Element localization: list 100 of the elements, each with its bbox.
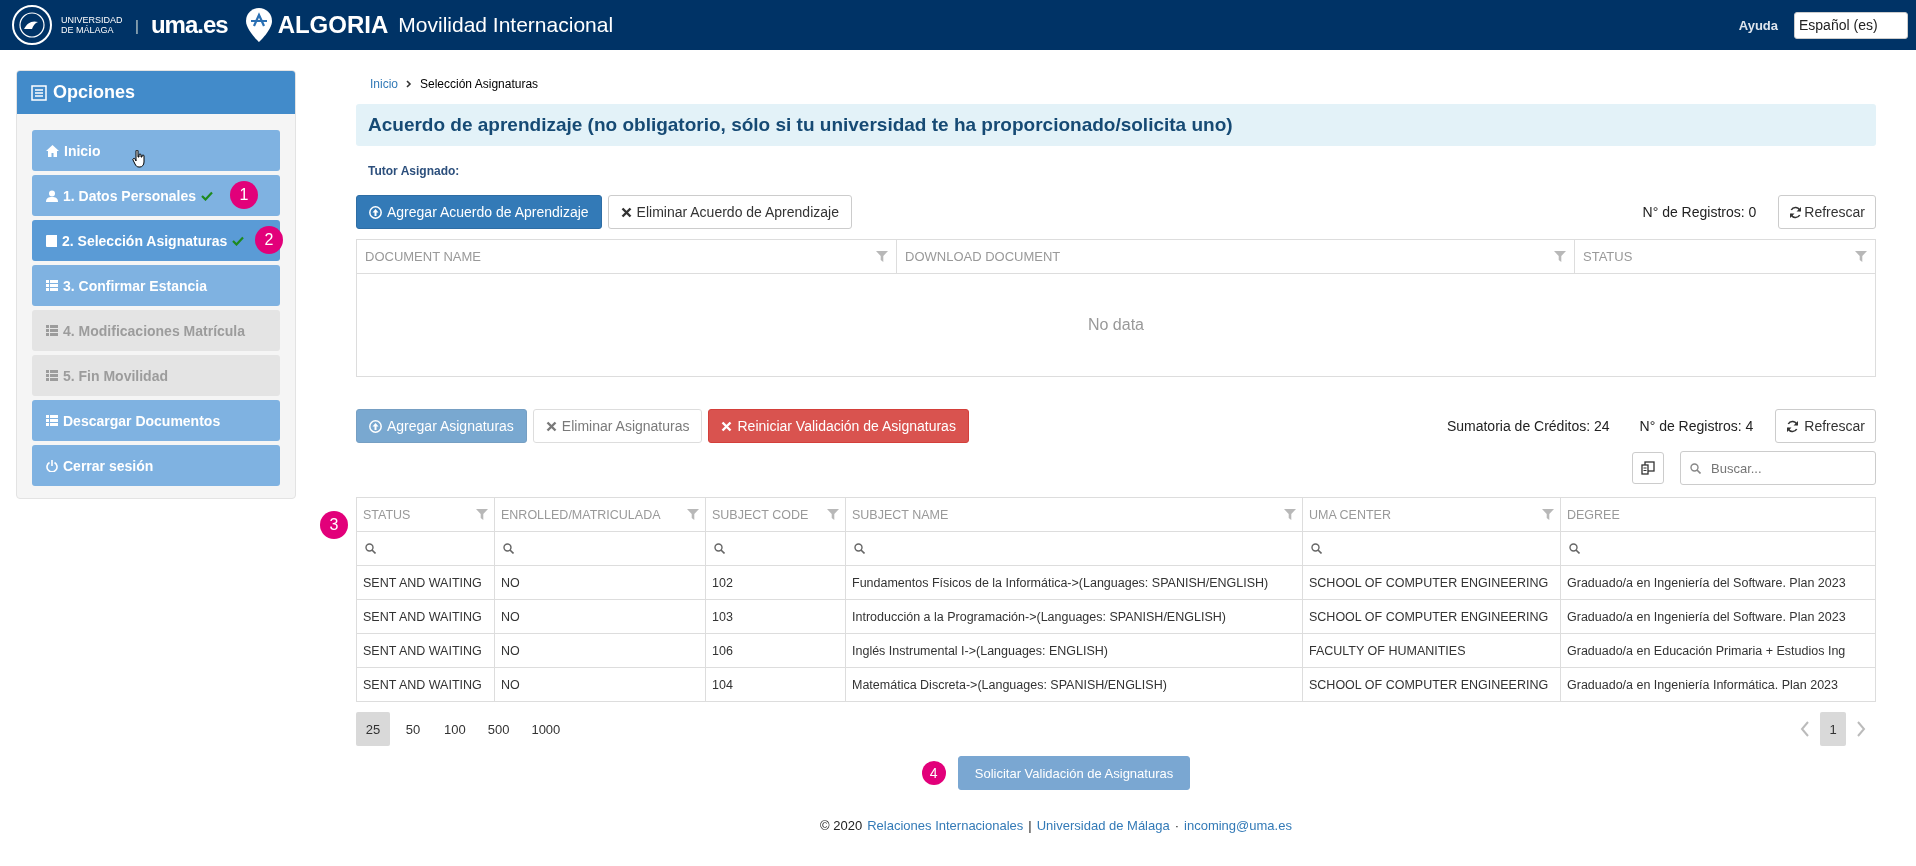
step-badge: 3 xyxy=(320,511,348,539)
table-cell: SCHOOL OF COMPUTER ENGINEERING xyxy=(1302,599,1561,634)
table-cell: NO xyxy=(494,599,706,634)
table-cell: 102 xyxy=(705,565,846,600)
column-header[interactable]: STATUS xyxy=(356,497,495,532)
filter-icon xyxy=(1542,509,1554,520)
page-button[interactable]: 1 xyxy=(1820,712,1846,746)
breadcrumb-current: Selección Asignaturas xyxy=(420,77,539,91)
refresh-icon xyxy=(1789,205,1803,219)
footer-link[interactable]: incoming@uma.es xyxy=(1184,818,1292,833)
home-icon xyxy=(46,144,59,157)
list-icon xyxy=(46,325,58,336)
next-page-icon[interactable] xyxy=(1856,721,1866,737)
table-cell: Graduado/a en Ingeniería del Software. Plan 2023 xyxy=(1560,599,1876,634)
record-count: N° de Registros: 4 xyxy=(1639,418,1754,434)
filter-icon xyxy=(1554,251,1566,262)
app-title: Movilidad Internacional xyxy=(398,13,614,37)
table-cell: Introducción a la Programación->(Languages: SPANISH/ENGLISH) xyxy=(845,599,1303,634)
help-link[interactable]: Ayuda xyxy=(1738,17,1778,33)
close-icon xyxy=(620,206,632,218)
university-name: UNIVERSIDAD DE MÁLAGA xyxy=(61,15,123,35)
step-badge: 4 xyxy=(921,761,946,785)
close-icon xyxy=(545,420,557,432)
empty-message: No data xyxy=(356,273,1876,377)
search-field[interactable]: Buscar... xyxy=(1680,451,1876,485)
power-icon xyxy=(46,459,58,472)
panel-title: Opciones xyxy=(53,82,136,103)
action-button[interactable]: Agregar Acuerdo de Aprendizaje xyxy=(356,195,602,229)
filter-icon xyxy=(476,509,488,520)
tutor-label: Tutor Asignado: xyxy=(368,164,461,178)
footer-link[interactable]: Relaciones Internacionales xyxy=(867,818,1024,833)
page-size-option[interactable]: 1000 xyxy=(523,712,569,746)
footer-text: · xyxy=(1174,818,1180,833)
site-logo[interactable]: uma.es xyxy=(150,11,228,39)
menu-item[interactable]: 2. Selección Asignaturas 2 xyxy=(32,220,280,261)
menu-item[interactable]: 1. Datos Personales 1 xyxy=(32,175,280,216)
table-cell: Graduado/a en Educación Primaria + Estudios Ing xyxy=(1560,633,1876,668)
separator: | xyxy=(135,16,139,34)
column-chooser-button[interactable] xyxy=(1632,452,1664,484)
breadcrumb-link[interactable]: Inicio xyxy=(370,77,398,91)
chevron-icon xyxy=(406,80,412,88)
table-cell: 104 xyxy=(705,667,846,702)
filter-icon xyxy=(687,509,699,520)
table-cell: SCHOOL OF COMPUTER ENGINEERING xyxy=(1302,565,1561,600)
previous-page-icon[interactable] xyxy=(1800,721,1810,737)
table-cell: Matemática Discreta->(Languages: SPANISH/ENGLISH) xyxy=(845,667,1303,702)
page-size-option[interactable]: 25 xyxy=(356,712,390,746)
refresh-button[interactable]: Refrescar xyxy=(1778,195,1876,229)
table-cell: NO xyxy=(494,633,706,668)
step-badge: 1 xyxy=(230,181,258,209)
language-select[interactable]: Español (es) xyxy=(1794,11,1908,39)
table-cell: Graduado/a en Ingeniería Informática. Plan 2023 xyxy=(1560,667,1876,702)
list-icon xyxy=(46,280,58,291)
credits-total: Sumatoria de Créditos: 24 xyxy=(1446,418,1610,434)
page-size-option[interactable]: 50 xyxy=(396,712,430,746)
table-cell: 103 xyxy=(705,599,846,634)
columns-icon xyxy=(1641,461,1655,475)
refresh-button[interactable]: Refrescar xyxy=(1775,409,1876,443)
footer-link[interactable]: Universidad de Málaga xyxy=(1036,818,1170,833)
filter-icon xyxy=(1855,251,1867,262)
filter-icon xyxy=(827,509,839,520)
column-header[interactable]: DOWNLOAD DOCUMENT xyxy=(896,239,1575,274)
check-icon xyxy=(232,235,245,246)
search-icon xyxy=(1690,463,1701,474)
table-cell: FACULTY OF HUMANITIES xyxy=(1302,633,1561,668)
action-button[interactable]: Reiniciar Validación de Asignaturas xyxy=(708,409,969,443)
filter-icon xyxy=(876,251,888,262)
upload-icon xyxy=(369,205,382,219)
section-title: Acuerdo de aprendizaje (no obligatorio, sólo si tu universidad te ha proporcionado/solicita uno) xyxy=(356,104,1876,146)
page-size-option[interactable]: 100 xyxy=(436,712,474,746)
table-cell: SENT AND WAITING xyxy=(356,565,495,600)
column-header[interactable]: ENROLLED/MATRICULADA xyxy=(494,497,706,532)
table-cell: SCHOOL OF COMPUTER ENGINEERING xyxy=(1302,667,1561,702)
university-seal-icon xyxy=(10,5,54,45)
brand-logo[interactable]: ALGORIA xyxy=(277,11,389,39)
upload-icon xyxy=(369,419,382,433)
list-icon xyxy=(31,84,47,101)
step-badge: 2 xyxy=(255,226,283,254)
table-cell: NO xyxy=(494,565,706,600)
column-header[interactable]: SUBJECT CODE xyxy=(705,497,846,532)
map-pin-icon xyxy=(245,8,272,42)
footer-text: © 2020 xyxy=(820,818,863,833)
page-size-option[interactable]: 500 xyxy=(479,712,518,746)
column-header[interactable]: DOCUMENT NAME xyxy=(356,239,897,274)
book-icon xyxy=(46,234,57,247)
column-header[interactable]: DEGREE xyxy=(1560,497,1876,532)
table-cell: Fundamentos Físicos de la Informática->(Languages: SPANISH/ENGLISH) xyxy=(845,565,1303,600)
table-cell: SENT AND WAITING xyxy=(356,667,495,702)
column-header[interactable]: UMA CENTER xyxy=(1302,497,1561,532)
table-cell: Inglés Instrumental I->(Languages: ENGLISH) xyxy=(845,633,1303,668)
table-cell: SENT AND WAITING xyxy=(356,633,495,668)
check-icon xyxy=(201,190,214,201)
list-icon xyxy=(46,415,58,426)
table-cell: NO xyxy=(494,667,706,702)
record-count: N° de Registros: 0 xyxy=(1642,204,1757,220)
table-cell: 106 xyxy=(705,633,846,668)
hand-cursor-icon xyxy=(132,150,146,168)
action-button[interactable]: Eliminar Acuerdo de Aprendizaje xyxy=(607,195,852,229)
column-header[interactable]: STATUS xyxy=(1574,239,1876,274)
column-header[interactable]: SUBJECT NAME xyxy=(845,497,1303,532)
